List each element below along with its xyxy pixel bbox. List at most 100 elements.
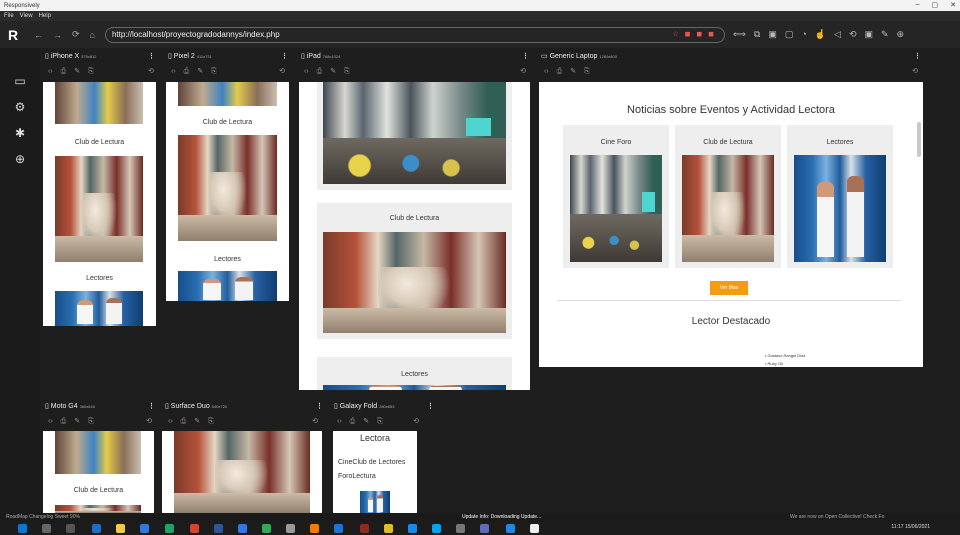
pen-icon[interactable]: ✎ xyxy=(197,66,203,78)
address-bar-icons[interactable]: ☆ ◼ ◼ ◼ xyxy=(672,28,716,42)
edit-icon[interactable]: ✎ xyxy=(881,29,889,40)
app-icon[interactable] xyxy=(334,524,343,533)
iphone-viewport[interactable]: Club de Lectura Lectores xyxy=(43,82,156,326)
inspect-icon[interactable]: ☝ xyxy=(815,29,826,40)
devtools-icon[interactable]: ‹› xyxy=(168,416,173,428)
app-icon[interactable] xyxy=(286,524,295,533)
device-menu-icon[interactable]: ⋮ xyxy=(427,401,434,413)
devtools-icon[interactable]: ‹› xyxy=(304,66,309,78)
zoom-icon[interactable]: ⟺ xyxy=(733,29,746,40)
copy-icon[interactable]: ⎘ xyxy=(584,66,590,78)
excel-icon[interactable] xyxy=(165,524,174,533)
app-icon[interactable] xyxy=(238,524,247,533)
screenshot-icon[interactable]: ⧉ xyxy=(754,29,760,40)
menu-help[interactable]: Help xyxy=(39,13,51,19)
address-bar[interactable]: http://localhost/proyectogradodannys/ind… xyxy=(104,26,725,43)
devices-icon[interactable]: ▭ xyxy=(0,68,40,94)
copy-icon[interactable]: ⎘ xyxy=(208,416,214,428)
chrome-icon[interactable] xyxy=(384,524,393,533)
screenshot-icon[interactable]: ⎙ xyxy=(350,416,356,428)
pen-icon[interactable]: ✎ xyxy=(74,416,80,428)
copy-icon[interactable]: ⎘ xyxy=(377,416,383,428)
minimize-button[interactable]: – xyxy=(916,1,920,9)
edge-icon[interactable] xyxy=(92,524,101,533)
clock[interactable]: 11:17 xyxy=(891,524,903,530)
app-icon[interactable] xyxy=(262,524,271,533)
maximize-button[interactable]: ▢ xyxy=(932,1,939,9)
app-icon[interactable] xyxy=(360,524,369,533)
responsively-icon[interactable] xyxy=(530,524,539,533)
device-menu-icon[interactable]: ⋮ xyxy=(316,401,323,413)
scrollbar[interactable] xyxy=(917,122,921,157)
reload-button[interactable]: ⟳ xyxy=(72,29,80,40)
back-button[interactable]: ← xyxy=(34,30,43,40)
devtools-icon[interactable]: ‹› xyxy=(48,416,53,428)
pen-icon[interactable]: ✎ xyxy=(570,66,576,78)
rotate-icon[interactable]: ⟲ xyxy=(413,416,419,428)
app-icon[interactable] xyxy=(456,524,465,533)
copy-icon[interactable]: ⎘ xyxy=(88,416,94,428)
device-menu-icon[interactable]: ⋮ xyxy=(281,51,288,63)
status-right[interactable]: We are now on Open Collective! Check Fo xyxy=(790,514,884,520)
forward-button[interactable]: → xyxy=(53,30,62,40)
devtools-icon[interactable]: ‹› xyxy=(337,416,342,428)
menu-link[interactable]: ForoLectura xyxy=(338,473,376,480)
fold-viewport[interactable]: Lectora CineClub de Lectores ForoLectura xyxy=(333,431,417,513)
app-icon[interactable] xyxy=(432,524,441,533)
vscode-icon[interactable] xyxy=(506,524,515,533)
devtools-icon[interactable]: ‹› xyxy=(544,66,549,78)
menu-file[interactable]: File xyxy=(4,13,14,19)
full-screenshot-icon[interactable]: ▣ xyxy=(768,29,777,40)
devtools-icon[interactable]: ‹› xyxy=(171,66,176,78)
app-icon[interactable] xyxy=(408,524,417,533)
app-icon[interactable] xyxy=(310,524,319,533)
screenshot-icon[interactable]: ⎙ xyxy=(61,416,67,428)
screenshot-icon[interactable]: ⎙ xyxy=(557,66,563,78)
powerpoint-icon[interactable] xyxy=(190,524,199,533)
layout-icon[interactable]: ▣ xyxy=(864,29,873,40)
duo-viewport[interactable] xyxy=(162,431,322,513)
mute-icon[interactable]: ◁ xyxy=(834,29,841,40)
app-icon[interactable] xyxy=(140,524,149,533)
close-button[interactable]: ✕ xyxy=(950,1,956,9)
windows-start-icon[interactable] xyxy=(18,524,27,533)
copy-icon[interactable]: ⎘ xyxy=(88,66,94,78)
pen-icon[interactable]: ✎ xyxy=(330,66,336,78)
moto-viewport[interactable]: Club de Lectura xyxy=(43,431,154,513)
rotate-icon[interactable]: ⟲ xyxy=(146,416,152,428)
more-icon[interactable]: ⊕ xyxy=(897,29,905,40)
globe-icon[interactable]: ⊕ xyxy=(0,146,40,172)
device-menu-icon[interactable]: ⋮ xyxy=(914,51,921,63)
puzzle-icon[interactable]: ✱ xyxy=(0,120,40,146)
task-view-icon[interactable] xyxy=(66,524,75,533)
screenshot-icon[interactable]: ⎙ xyxy=(317,66,323,78)
pixel-viewport[interactable]: Club de Lectura Lectores xyxy=(166,82,289,301)
rotate-icon[interactable]: ⟲ xyxy=(520,66,526,78)
search-icon[interactable] xyxy=(42,524,51,533)
copy-icon[interactable]: ⎘ xyxy=(211,66,217,78)
word-icon[interactable] xyxy=(214,524,223,533)
app-icon[interactable] xyxy=(480,524,489,533)
device-menu-icon[interactable]: ⋮ xyxy=(148,51,155,63)
ipad-viewport[interactable]: Club de Lectura Lectores xyxy=(299,82,530,390)
rotate-icon[interactable]: ⟲ xyxy=(148,66,154,78)
copy-icon[interactable]: ⎘ xyxy=(344,66,350,78)
device-menu-icon[interactable]: ⋮ xyxy=(148,401,155,413)
pen-icon[interactable]: ✎ xyxy=(363,416,369,428)
dark-mode-icon[interactable]: ◔ xyxy=(801,29,806,40)
ver-mas-button[interactable]: Ver Mas xyxy=(710,281,748,295)
screenshot-icon[interactable]: ⎙ xyxy=(184,66,190,78)
menu-link[interactable]: CineClub de Lectores xyxy=(338,459,405,466)
device-frame-icon[interactable]: ▢ xyxy=(785,29,794,40)
devtools-icon[interactable]: ‹› xyxy=(48,66,53,78)
pen-icon[interactable]: ✎ xyxy=(74,66,80,78)
status-left[interactable]: RoadMap Changelog Sweet 90% xyxy=(6,514,80,520)
device-menu-icon[interactable]: ⋮ xyxy=(522,51,529,63)
rotate-icon[interactable]: ⟲ xyxy=(279,66,285,78)
screenshot-icon[interactable]: ⎙ xyxy=(61,66,67,78)
menu-view[interactable]: View xyxy=(20,13,33,19)
pen-icon[interactable]: ✎ xyxy=(194,416,200,428)
sync-icon[interactable]: ⟲ xyxy=(849,29,857,40)
rotate-icon[interactable]: ⟲ xyxy=(912,66,918,78)
screenshot-icon[interactable]: ⎙ xyxy=(181,416,187,428)
